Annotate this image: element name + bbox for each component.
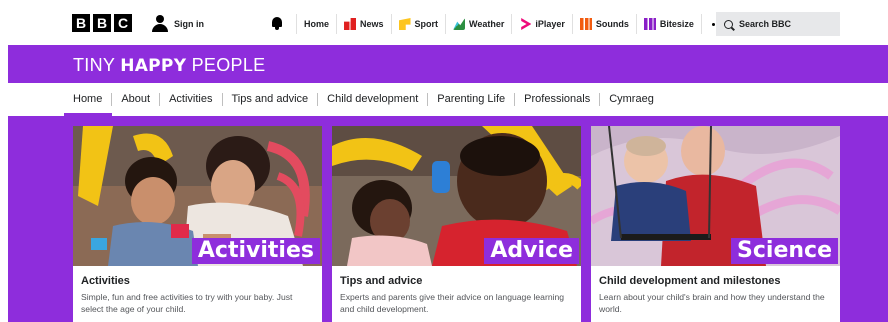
section-nav-activities[interactable]: Activities bbox=[159, 93, 221, 106]
search-label: Search BBC bbox=[739, 19, 792, 29]
site-title[interactable]: TINY HAPPY PEOPLE bbox=[73, 55, 265, 76]
weather-icon bbox=[453, 18, 466, 30]
sign-in-label: Sign in bbox=[174, 19, 204, 29]
notifications-bell-icon[interactable] bbox=[271, 16, 283, 30]
nav-link-bitesize[interactable]: Bitesize bbox=[635, 14, 701, 34]
search-bbc-button[interactable]: Search BBC bbox=[716, 12, 840, 36]
card-title[interactable]: Tips and advice bbox=[340, 275, 422, 287]
card-image: Advice bbox=[332, 126, 581, 266]
nav-link-iplayer[interactable]: iPlayer bbox=[511, 14, 572, 34]
card-description: Learn about your child's brain and how t… bbox=[599, 292, 825, 314]
bbc-nav-links: Home News Sport Weather iPlayer Sounds B… bbox=[296, 14, 735, 34]
card-description: Simple, fun and free activities to try w… bbox=[81, 292, 293, 314]
nav-link-label: Home bbox=[304, 19, 330, 29]
nav-link-weather[interactable]: Weather bbox=[445, 14, 511, 34]
nav-link-sounds[interactable]: Sounds bbox=[571, 14, 636, 34]
news-icon bbox=[344, 18, 357, 30]
site-title-part: TINY bbox=[73, 55, 121, 75]
sounds-icon bbox=[579, 18, 592, 30]
site-title-part: PEOPLE bbox=[186, 55, 266, 75]
promo-card-science[interactable]: Science Child development and milestones… bbox=[591, 126, 840, 322]
site-title-part: HAPPY bbox=[120, 56, 187, 76]
nav-link-sport[interactable]: Sport bbox=[390, 14, 446, 34]
logo-letter: B bbox=[72, 14, 90, 32]
card-description: Experts and parents give their advice on… bbox=[340, 292, 565, 314]
section-nav-about[interactable]: About bbox=[111, 93, 159, 106]
card-badge: Activities bbox=[191, 238, 320, 264]
sign-in-link[interactable]: Sign in bbox=[152, 14, 204, 34]
section-nav-parenting-life[interactable]: Parenting Life bbox=[427, 93, 514, 106]
nav-link-label: Weather bbox=[469, 19, 505, 29]
logo-letter: B bbox=[93, 14, 111, 32]
card-image: Activities bbox=[73, 126, 322, 266]
bbc-logo[interactable]: B B C bbox=[72, 14, 132, 32]
promo-card-activities[interactable]: Activities Activities Simple, fun and fr… bbox=[73, 126, 322, 322]
card-badge: Science bbox=[731, 238, 838, 264]
search-icon bbox=[724, 19, 733, 29]
nav-link-label: News bbox=[360, 19, 384, 29]
section-nav: Home About Activities Tips and advice Ch… bbox=[0, 83, 888, 116]
card-title[interactable]: Child development and milestones bbox=[599, 275, 781, 287]
section-nav-tips-and-advice[interactable]: Tips and advice bbox=[221, 93, 318, 106]
bitesize-icon bbox=[643, 18, 656, 30]
user-icon bbox=[152, 15, 168, 33]
card-image: Science bbox=[591, 126, 840, 266]
card-badge: Advice bbox=[484, 238, 579, 264]
section-nav-home[interactable]: Home bbox=[73, 93, 111, 106]
iplayer-icon bbox=[521, 18, 532, 30]
site-header: TINY HAPPY PEOPLE bbox=[8, 45, 888, 83]
nav-link-label: Bitesize bbox=[659, 19, 694, 29]
section-nav-cymraeg[interactable]: Cymraeg bbox=[599, 93, 663, 106]
sport-icon bbox=[398, 18, 411, 30]
promo-card-advice[interactable]: Advice Tips and advice Experts and paren… bbox=[332, 126, 581, 322]
bbc-global-nav: B B C Sign in Home News Sport Weather iP… bbox=[0, 0, 888, 45]
nav-link-label: Sport bbox=[414, 19, 439, 29]
nav-link-news[interactable]: News bbox=[336, 14, 391, 34]
nav-link-label: Sounds bbox=[595, 19, 629, 29]
card-title[interactable]: Activities bbox=[81, 275, 130, 287]
nav-link-label: iPlayer bbox=[535, 19, 565, 29]
section-nav-professionals[interactable]: Professionals bbox=[514, 93, 599, 106]
nav-link-home[interactable]: Home bbox=[296, 14, 336, 34]
section-nav-child-development[interactable]: Child development bbox=[317, 93, 427, 106]
logo-letter: C bbox=[114, 14, 132, 32]
